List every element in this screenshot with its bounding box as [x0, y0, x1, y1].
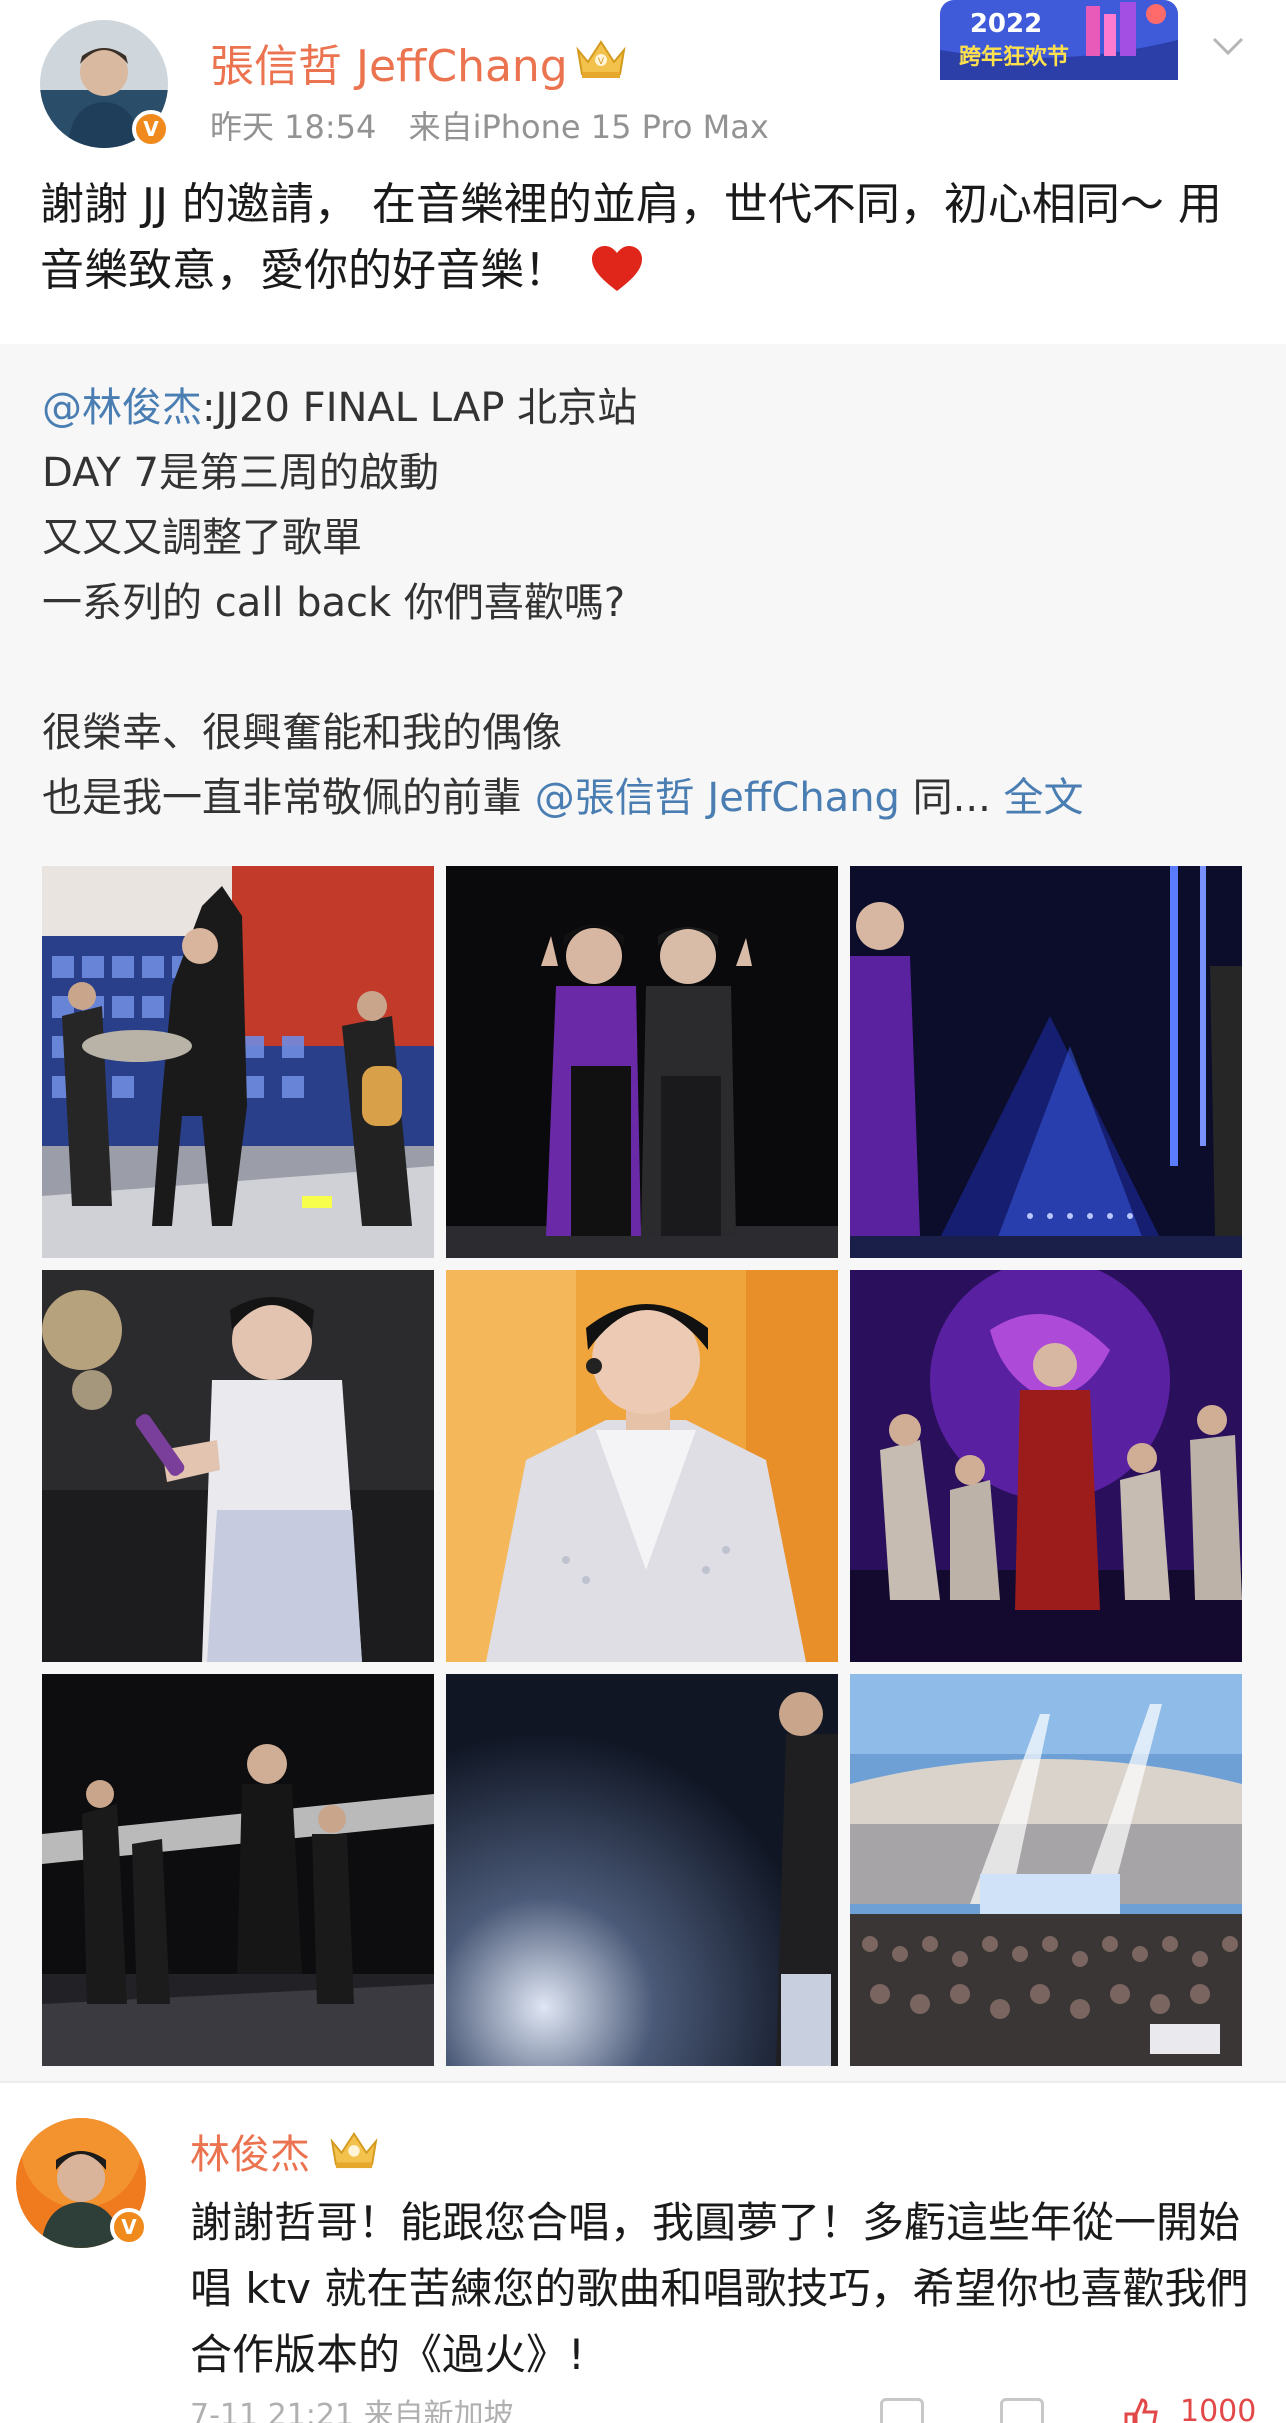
- crown-icon: V: [576, 40, 626, 78]
- author-avatar[interactable]: V: [40, 20, 170, 148]
- photo-1[interactable]: [42, 866, 434, 1258]
- share-icon[interactable]: [880, 2398, 924, 2423]
- repost-line4: 一系列的 call back 你們喜歡嗎?: [42, 580, 626, 626]
- post-timestamp: 昨天 18:54: [210, 108, 377, 146]
- comment-actions: 1000: [870, 2398, 1270, 2423]
- repost-line6-suffix: 同...: [899, 775, 991, 821]
- author-name[interactable]: 張信哲 JeffChang: [210, 30, 568, 94]
- post-text: 謝謝 JJ 的邀請， 在音樂裡的並肩，世代不同，初心相同～ 用音樂致意，愛你的好…: [40, 172, 1250, 304]
- photo-9[interactable]: [850, 1674, 1242, 2066]
- chevron-down-icon[interactable]: [1208, 26, 1248, 66]
- photo-grid: [42, 866, 1242, 2066]
- repost-mention-user[interactable]: @林俊杰: [42, 385, 202, 431]
- comment-text: 謝謝哲哥！能跟您合唱，我圓夢了！多虧這些年從一開始唱 ktv 就在苦練您的歌曲和…: [190, 2198, 1249, 2379]
- post-source: 来自iPhone 15 Pro Max: [408, 108, 769, 146]
- comment-footer: 7-11 21:21 来自新加坡: [190, 2398, 514, 2423]
- post-meta: 昨天 18:54 来自iPhone 15 Pro Max: [210, 102, 791, 148]
- like-count: 1000: [1180, 2398, 1257, 2423]
- photo-8[interactable]: [446, 1674, 838, 2066]
- photo-4[interactable]: [42, 1270, 434, 1662]
- festival-badge-label: 跨年狂欢节: [959, 44, 1069, 70]
- photo-2[interactable]: [446, 866, 838, 1258]
- festival-badge-year: 2022: [970, 9, 1042, 39]
- repost-mention-jeff[interactable]: @張信哲 JeffChang: [535, 775, 900, 821]
- photo-5[interactable]: [446, 1270, 838, 1662]
- repost-line1: :JJ20 FINAL LAP 北京站: [202, 385, 638, 431]
- svg-text:V: V: [598, 57, 605, 67]
- repost-line5: 很榮幸、很興奮能和我的偶像: [42, 710, 562, 756]
- photo-6[interactable]: [850, 1270, 1242, 1662]
- festival-badge[interactable]: 2022 跨年狂欢节: [936, 0, 1182, 86]
- repost-line2: DAY 7是第三周的啟動: [42, 450, 439, 496]
- comment-verified-badge: V: [110, 2208, 148, 2246]
- photo-3[interactable]: [850, 866, 1242, 1258]
- repost-card[interactable]: @林俊杰:JJ20 FINAL LAP 北京站 DAY 7是第三周的啟動 又又又…: [0, 344, 1286, 2081]
- crown-icon: [330, 2131, 378, 2169]
- full-text-link[interactable]: 全文: [1004, 775, 1084, 821]
- verified-badge: V: [132, 110, 170, 148]
- photo-7[interactable]: [42, 1674, 434, 2066]
- divider: [0, 2081, 1286, 2083]
- comment-author-name[interactable]: 林俊杰: [190, 2122, 310, 2180]
- comment-icon[interactable]: [1000, 2398, 1044, 2423]
- heart-icon: [592, 246, 642, 291]
- repost-line3: 又又又調整了歌單: [42, 515, 362, 561]
- comment-avatar[interactable]: V: [16, 2118, 148, 2248]
- like-icon[interactable]: [1120, 2398, 1160, 2423]
- repost-text: @林俊杰:JJ20 FINAL LAP 北京站 DAY 7是第三周的啟動 又又又…: [42, 376, 1252, 831]
- repost-line6-prefix: 也是我一直非常敬佩的前輩: [42, 775, 535, 821]
